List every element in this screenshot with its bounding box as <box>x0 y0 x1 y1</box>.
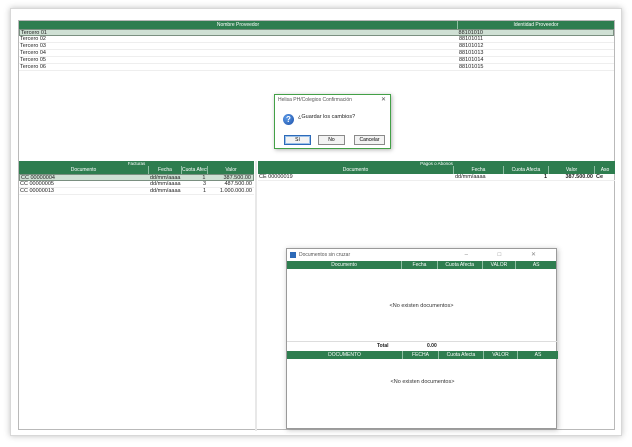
provider-name: Tercero 05 <box>20 57 46 63</box>
col-fecha[interactable]: FECHA <box>403 351 439 359</box>
provider-row[interactable]: Tercero 04 88101013 <box>19 50 614 57</box>
docwin-header-top: Documento Fecha Cuota Afecta VALOR AS <box>287 261 556 269</box>
confirm-dialog: Helisa PH/Colegios Confirmación ✕ ? ¿Gua… <box>274 94 391 149</box>
provider-id: 88101011 <box>459 36 484 42</box>
pagos-header: Documento Fecha Cuota Afecta Valor Aso <box>258 166 615 174</box>
col-valor[interactable]: VALOR <box>483 261 517 269</box>
provider-id: 88101010 <box>458 30 483 35</box>
factura-valor: 387.500.00 <box>223 175 251 180</box>
col-fecha[interactable]: Fecha <box>454 166 504 174</box>
factura-doc: CC 00000004 <box>21 175 55 180</box>
provider-row[interactable]: Tercero 05 88101014 <box>19 57 614 64</box>
docwin-header-bottom: DOCUMENTO FECHA Cuota Afecta VALOR AS <box>287 351 558 359</box>
no-button[interactable]: No <box>318 135 345 145</box>
app-icon <box>290 252 296 258</box>
provider-row[interactable]: Tercero 02 88101011 <box>19 36 614 43</box>
col-valor[interactable]: VALOR <box>484 351 518 359</box>
factura-cuota: 3 <box>202 181 206 187</box>
col-cuota-afecta[interactable]: Cuota Afecta <box>438 261 483 269</box>
factura-doc: CC 00000013 <box>20 188 54 194</box>
pago-valor: 387.500.00 <box>565 174 593 180</box>
col-valor[interactable]: Valor <box>549 166 595 174</box>
factura-valor: 487.500.00 <box>224 181 252 187</box>
yes-button[interactable]: Sí <box>284 135 311 145</box>
provider-name: Tercero 03 <box>20 43 46 49</box>
col-aso[interactable]: Aso <box>595 166 615 174</box>
col-fecha[interactable]: Fecha <box>149 166 182 174</box>
col-fecha[interactable]: Fecha <box>402 261 438 269</box>
provider-row[interactable]: Tercero 03 88101012 <box>19 43 614 50</box>
factura-valor: 1.000.000.00 <box>219 188 252 194</box>
provider-name: Tercero 04 <box>20 50 46 56</box>
provider-row[interactable]: Tercero 01 88101010 <box>19 29 614 36</box>
window-controls[interactable]: – □ ✕ <box>465 249 550 261</box>
col-cuota-afecta[interactable]: Cuota Afecta <box>439 351 484 359</box>
pago-cuota: 1 <box>543 174 547 180</box>
col-documento[interactable]: DOCUMENTO <box>287 351 403 359</box>
col-valor[interactable]: Valor <box>208 166 254 174</box>
empty-message-bottom: <No existen documentos> <box>390 379 455 385</box>
provider-name: Tercero 01 <box>21 30 47 35</box>
documentos-sin-cruzar-window: Documentos sin cruzar – □ ✕ Documento Fe… <box>286 248 558 429</box>
provider-id: 88101014 <box>459 57 484 63</box>
pago-aso: Ce <box>596 174 604 180</box>
col-documento[interactable]: Documento <box>19 166 149 174</box>
factura-row[interactable]: CC 00000005 dd/mm/aaaa 3 487.500.00 <box>19 181 254 188</box>
factura-cuota: 1 <box>202 175 206 180</box>
provider-name: Tercero 06 <box>20 64 46 70</box>
docwin-titlebar[interactable]: Documentos sin cruzar – □ ✕ <box>287 249 556 261</box>
col-cuota-afecta[interactable]: Cuota Afecta <box>504 166 549 174</box>
empty-message-top: <No existen documentos> <box>389 303 454 309</box>
facturas-header: Documento Fecha Cuota Afecta Valor <box>19 166 254 174</box>
provider-row[interactable]: Tercero 06 88101015 <box>19 64 614 71</box>
col-as[interactable]: AS <box>516 261 556 269</box>
dialog-titlebar[interactable]: Helisa PH/Colegios Confirmación ✕ <box>275 95 390 105</box>
provider-id: 88101012 <box>459 43 484 49</box>
col-as[interactable]: AS <box>518 351 558 359</box>
col-cuota-afecta[interactable]: Cuota Afecta <box>182 166 208 174</box>
factura-fecha: dd/mm/aaaa <box>150 181 181 187</box>
providers-header: Nombre Proveedor Identidad Proveedor <box>19 21 614 29</box>
provider-id: 88101015 <box>459 64 484 70</box>
dialog-message: ¿Guardar los cambios? <box>298 114 356 120</box>
factura-cuota: 1 <box>202 188 206 194</box>
total-value: 0.00 <box>427 343 437 349</box>
pago-fecha: dd/mm/aaaa <box>455 174 486 180</box>
panel-divider[interactable] <box>255 161 257 431</box>
dialog-title: Helisa PH/Colegios Confirmación <box>278 97 352 103</box>
main-window: Nombre Proveedor Identidad Proveedor Ter… <box>10 8 622 436</box>
facturas-table: Facturas Documento Fecha Cuota Afecta Va… <box>19 161 254 195</box>
pago-row[interactable]: CE 00000019 dd/mm/aaaa 1 387.500.00 Ce <box>258 174 615 181</box>
total-row: Total 0.00 <box>287 341 558 349</box>
provider-name: Tercero 02 <box>20 36 46 42</box>
total-label: Total <box>377 343 389 349</box>
col-nombre-proveedor[interactable]: Nombre Proveedor <box>19 21 458 29</box>
factura-doc: CC 00000005 <box>20 181 54 187</box>
col-identidad-proveedor[interactable]: Identidad Proveedor <box>458 21 614 29</box>
docwin-title: Documentos sin cruzar <box>299 252 351 258</box>
question-icon: ? <box>283 114 294 125</box>
factura-fecha: dd/mm/aaaa <box>149 175 181 180</box>
pago-doc: CE 00000019 <box>259 174 293 180</box>
factura-row[interactable]: CC 00000013 dd/mm/aaaa 1 1.000.000.00 <box>19 188 254 195</box>
cancel-button[interactable]: Cancelar <box>354 135 385 145</box>
content-area: Nombre Proveedor Identidad Proveedor Ter… <box>18 20 615 431</box>
pagos-table: Pagos o Abonos Documento Fecha Cuota Afe… <box>258 161 615 181</box>
providers-table: Nombre Proveedor Identidad Proveedor Ter… <box>19 21 614 71</box>
close-icon[interactable]: ✕ <box>381 95 386 105</box>
factura-row[interactable]: CC 00000004 dd/mm/aaaa 1 387.500.00 <box>19 174 254 181</box>
provider-id: 88101013 <box>459 50 484 56</box>
col-documento[interactable]: Documento <box>287 261 403 269</box>
col-documento[interactable]: Documento <box>258 166 454 174</box>
factura-fecha: dd/mm/aaaa <box>150 188 181 194</box>
